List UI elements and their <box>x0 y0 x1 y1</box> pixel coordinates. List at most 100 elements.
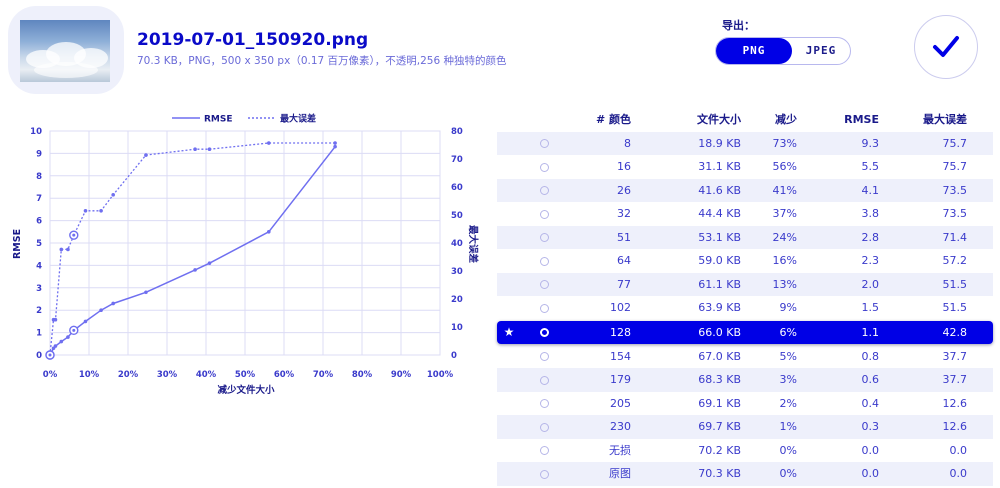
y-right-tick-label: 80 <box>451 127 463 137</box>
cell-maxerr: 71.4 <box>942 230 968 244</box>
star-icon: ★ <box>503 324 515 339</box>
row-radio[interactable] <box>537 439 551 463</box>
row-radio[interactable] <box>537 249 551 273</box>
radio-icon[interactable] <box>539 446 549 455</box>
confirm-button[interactable] <box>914 15 978 79</box>
format-png-button[interactable]: PNG <box>716 38 792 64</box>
row-radio[interactable] <box>537 368 551 392</box>
table-row[interactable]: 230 69.7 KB 1% 0.3 12.6 <box>497 415 993 439</box>
cell-colors: 26 <box>617 183 631 197</box>
data-point <box>99 209 103 213</box>
data-point <box>266 230 271 234</box>
data-point <box>48 353 52 357</box>
format-jpeg-button[interactable]: JPEG <box>792 38 850 64</box>
table-row[interactable]: 154 67.0 KB 5% 0.8 37.7 <box>497 345 993 369</box>
cell-size: 70.2 KB <box>698 443 741 457</box>
table-row[interactable]: ★ 128 66.0 KB 6% 1.1 42.8 <box>497 320 993 345</box>
cell-size: 63.9 KB <box>698 301 741 314</box>
x-tick-label: 90% <box>391 370 412 380</box>
row-radio[interactable] <box>537 462 551 486</box>
cell-reduce: 24% <box>772 230 797 244</box>
radio-icon[interactable] <box>539 256 549 266</box>
table-row[interactable]: 8 18.9 KB 73% 9.3 75.7 <box>497 131 993 156</box>
y-left-tick-label: 1 <box>36 329 42 339</box>
cell-colors: 原图 <box>609 467 631 480</box>
table-row[interactable]: 26 41.6 KB 41% 4.1 73.5 <box>497 178 993 203</box>
radio-icon[interactable] <box>539 162 549 172</box>
cell-colors: 179 <box>610 373 631 386</box>
table-row[interactable]: 51 53.1 KB 24% 2.8 71.4 <box>497 225 993 250</box>
table-row[interactable]: 64 59.0 KB 16% 2.3 57.2 <box>497 249 993 273</box>
chart-ticks: 0% 10% 20% 30% 40% 50% 60% 70% 80% 90% 100% 0 1 2 3 4 5 6… <box>30 127 463 380</box>
table-row[interactable]: 205 69.1 KB 2% 0.4 12.6 <box>497 392 993 416</box>
radio-icon[interactable] <box>539 139 549 148</box>
radio-icon[interactable] <box>539 280 549 289</box>
table-row[interactable]: 原图 70.3 KB 0% 0.0 0.0 <box>497 462 993 486</box>
radio-icon[interactable] <box>539 375 549 385</box>
x-tick-label: 50% <box>235 370 256 380</box>
cell-size: 69.1 KB <box>698 396 741 410</box>
cell-reduce: 0% <box>779 467 797 480</box>
cell-reduce: 1% <box>779 420 797 433</box>
table-row[interactable]: 无损 70.2 KB 0% 0.0 0.0 <box>497 439 993 463</box>
row-radio[interactable] <box>537 273 551 297</box>
data-point <box>193 147 197 151</box>
radio-icon[interactable] <box>539 422 549 432</box>
quality-chart: RMSE 最大误差 0% 10% 20% 30% 40% 50% 60% 70% 80% 90% 1… <box>12 113 479 397</box>
cell-rmse: 0.8 <box>861 349 880 363</box>
row-radio[interactable] <box>537 155 551 179</box>
chart-x-axis-label: 减少文件大小 <box>217 384 275 396</box>
radio-icon[interactable] <box>539 233 549 242</box>
radio-icon[interactable] <box>539 469 549 479</box>
y-right-tick-label: 50 <box>451 211 463 221</box>
row-radio[interactable] <box>537 345 551 369</box>
row-radio[interactable] <box>537 132 551 156</box>
table-row[interactable]: 32 44.4 KB 37% 3.8 73.5 <box>497 202 993 226</box>
table-row[interactable]: 102 63.9 KB 9% 1.5 51.5 <box>497 296 993 320</box>
cell-reduce: 56% <box>772 160 797 173</box>
x-tick-label: 40% <box>196 370 217 380</box>
cell-size: 31.1 KB <box>698 160 741 173</box>
header-size: 文件大小 <box>697 113 741 126</box>
table-row[interactable]: 77 61.1 KB 13% 2.0 51.5 <box>497 272 993 297</box>
radio-icon[interactable] <box>539 209 549 219</box>
cell-maxerr: 0.0 <box>949 443 968 457</box>
chart-legend: RMSE 最大误差 <box>172 113 316 125</box>
cell-colors: 77 <box>617 277 631 291</box>
legend-maxerr: 最大误差 <box>280 113 316 125</box>
row-radio[interactable] <box>537 296 551 320</box>
data-point <box>144 290 148 295</box>
data-point <box>72 233 76 237</box>
y-left-tick-label: 9 <box>36 149 42 159</box>
row-radio[interactable] <box>537 226 551 250</box>
cell-reduce: 13% <box>772 277 797 291</box>
row-radio[interactable] <box>537 392 551 416</box>
cell-colors: 8 <box>624 136 631 150</box>
table-row[interactable]: 179 68.3 KB 3% 0.6 37.7 <box>497 368 993 392</box>
cell-rmse: 4.1 <box>861 183 880 197</box>
cell-maxerr: 0.0 <box>949 467 968 480</box>
row-radio[interactable] <box>537 179 551 203</box>
cell-colors: 32 <box>617 207 631 220</box>
series-line-rmse <box>49 146 336 356</box>
cell-size: 66.0 KB <box>698 325 741 339</box>
data-point <box>111 193 115 197</box>
y-left-tick-label: 8 <box>36 172 42 182</box>
radio-icon[interactable] <box>539 303 549 313</box>
cell-maxerr: 12.6 <box>942 420 968 433</box>
cell-rmse: 9.3 <box>861 136 880 150</box>
radio-icon[interactable] <box>539 328 549 337</box>
radio-icon[interactable] <box>539 352 549 361</box>
table-row[interactable]: 16 31.1 KB 56% 5.5 75.7 <box>497 155 993 179</box>
x-tick-label: 100% <box>427 370 454 380</box>
cell-rmse: 1.5 <box>861 301 880 314</box>
cell-colors: 230 <box>610 420 631 433</box>
cell-reduce: 6% <box>779 325 797 339</box>
row-radio[interactable] <box>537 415 551 439</box>
row-radio[interactable] <box>537 321 551 345</box>
cell-reduce: 3% <box>779 373 797 386</box>
radio-icon[interactable] <box>539 399 549 408</box>
cell-maxerr: 37.7 <box>942 373 968 386</box>
row-radio[interactable] <box>537 202 551 226</box>
radio-icon[interactable] <box>539 186 549 195</box>
